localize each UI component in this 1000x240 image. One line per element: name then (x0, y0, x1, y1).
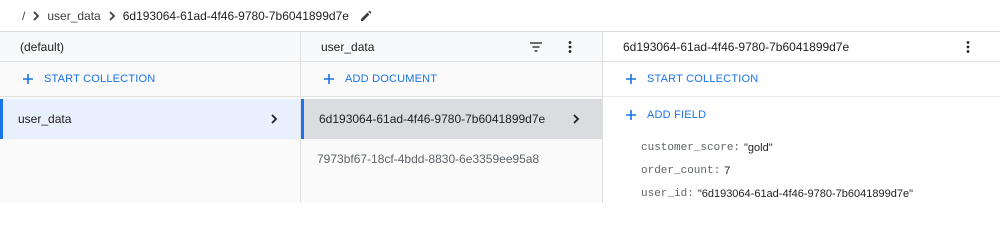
breadcrumb-root[interactable]: / (22, 9, 25, 23)
action-label: ADD DOCUMENT (345, 73, 438, 85)
plus-icon (22, 73, 34, 85)
filter-icon[interactable] (528, 39, 544, 55)
field-key: order_count: (641, 164, 721, 177)
field-value: "gold" (744, 141, 773, 154)
chevron-right-icon (268, 113, 280, 125)
field-row[interactable]: order_count: 7 (641, 159, 1000, 182)
field-row[interactable]: customer_score: "gold" (641, 136, 1000, 159)
root-panel: (default) START COLLECTION user_data (0, 32, 301, 203)
list-item-label: 6d193064-61ad-4f46-9780-7b6041899d7e (319, 112, 546, 126)
breadcrumb-document[interactable]: 6d193064-61ad-4f46-9780-7b6041899d7e (123, 9, 349, 23)
add-document-button[interactable]: ADD DOCUMENT (301, 62, 602, 97)
plus-icon (323, 73, 335, 85)
panel-title: 6d193064-61ad-4f46-9780-7b6041899d7e (623, 39, 850, 54)
plus-icon (625, 109, 637, 121)
field-key: customer_score: (641, 141, 741, 154)
chevron-right-icon (570, 113, 582, 125)
chevron-right-icon (105, 9, 119, 23)
breadcrumb: / user_data 6d193064-61ad-4f46-9780-7b60… (0, 0, 1000, 31)
panel-title: user_data (321, 39, 375, 54)
panel-title: (default) (20, 39, 65, 54)
panel-header: (default) (0, 32, 300, 62)
collection-item-user-data[interactable]: user_data (0, 99, 300, 139)
list-item-label: 7973bf67-18cf-4bdd-8830-6e3359ee95a8 (317, 152, 540, 166)
panel-header: user_data (301, 32, 602, 62)
chevron-right-icon (29, 9, 43, 23)
action-label: START COLLECTION (647, 73, 759, 85)
plus-icon (625, 73, 637, 85)
action-label: ADD FIELD (647, 108, 707, 121)
start-collection-button[interactable]: START COLLECTION (603, 62, 1000, 97)
more-vert-icon[interactable] (960, 39, 976, 55)
add-field-button[interactable]: ADD FIELD (603, 97, 1000, 132)
field-row[interactable]: user_id: "6d193064-61ad-4f46-9780-7b6041… (641, 182, 1000, 205)
document-item[interactable]: 6d193064-61ad-4f46-9780-7b6041899d7e (301, 99, 602, 139)
data-panels: (default) START COLLECTION user_data use… (0, 31, 1000, 203)
field-value: 7 (724, 164, 731, 177)
breadcrumb-collection[interactable]: user_data (47, 9, 100, 23)
pencil-icon[interactable] (359, 9, 373, 23)
document-panel: 6d193064-61ad-4f46-9780-7b6041899d7e STA… (603, 32, 1000, 203)
field-list: customer_score: "gold" order_count: 7 us… (603, 132, 1000, 205)
start-collection-button[interactable]: START COLLECTION (0, 62, 300, 97)
more-vert-icon[interactable] (562, 39, 578, 55)
panel-header: 6d193064-61ad-4f46-9780-7b6041899d7e (603, 32, 1000, 62)
document-item[interactable]: 7973bf67-18cf-4bdd-8830-6e3359ee95a8 (301, 139, 602, 179)
field-value: "6d193064-61ad-4f46-9780-7b6041899d7e" (697, 187, 913, 200)
collection-panel: user_data ADD DOCUMENT 6d193064-61ad-4f4… (301, 32, 603, 203)
list-item-label: user_data (18, 112, 72, 126)
action-label: START COLLECTION (44, 73, 156, 85)
field-key: user_id: (641, 187, 694, 200)
